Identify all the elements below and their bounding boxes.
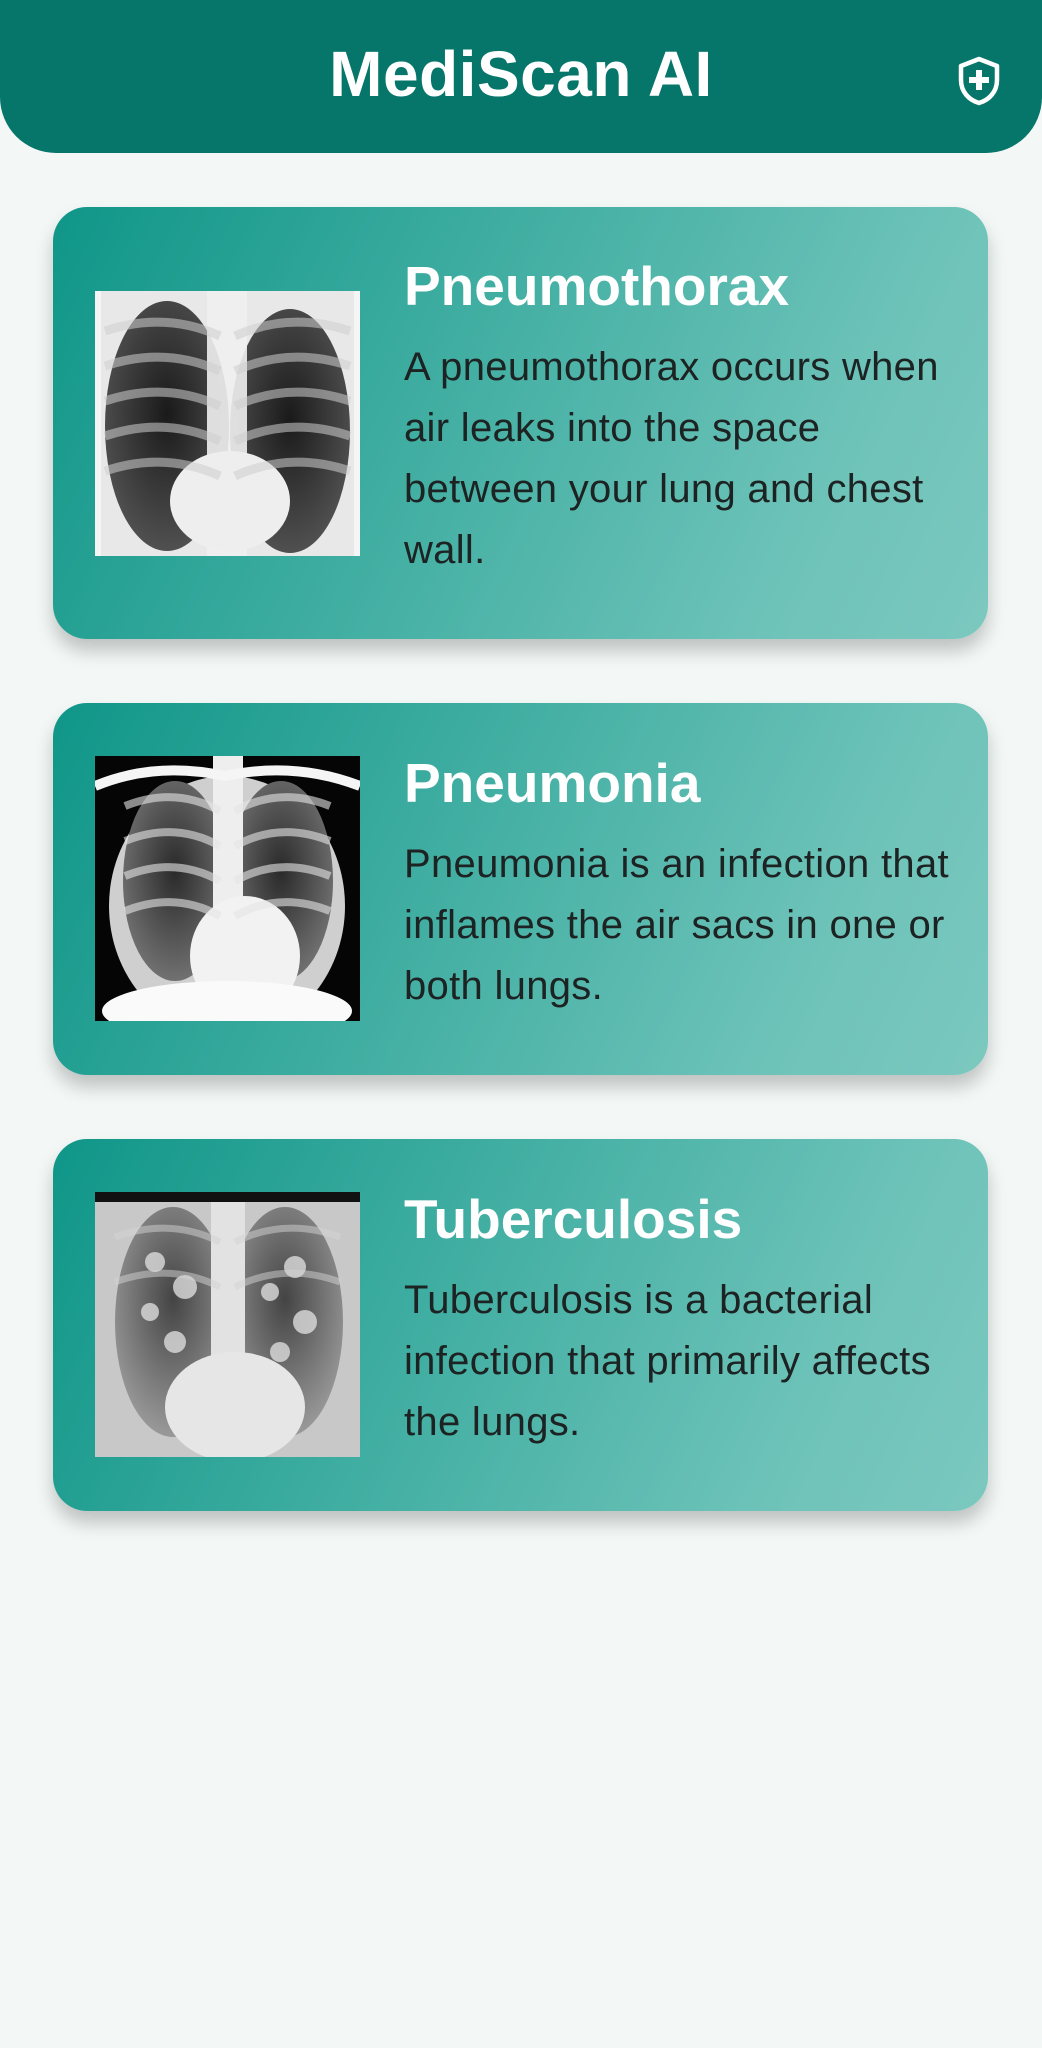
- card-description: Tuberculosis is a bacterial infection th…: [404, 1278, 931, 1444]
- card-title: Tuberculosis: [404, 1188, 743, 1250]
- shield-plus-icon: [958, 56, 1000, 106]
- xray-image-tuberculosis: [95, 1192, 360, 1457]
- condition-card-pneumothorax[interactable]: Pneumothorax A pneumothorax occurs when …: [53, 207, 988, 639]
- xray-image-pneumothorax: [95, 291, 360, 556]
- condition-card-pneumonia[interactable]: Pneumonia Pneumonia is an infection that…: [53, 703, 988, 1075]
- shield-plus-button[interactable]: [954, 54, 1004, 108]
- condition-card-tuberculosis[interactable]: Tuberculosis Tuberculosis is a bacterial…: [53, 1139, 988, 1511]
- card-description: A pneumothorax occurs when air leaks int…: [404, 345, 939, 572]
- app-bar: MediScan AI: [0, 0, 1042, 153]
- xray-image-pneumonia: [95, 756, 360, 1021]
- card-description: Pneumonia is an infection that inflames …: [404, 842, 949, 1008]
- app-title: MediScan AI: [329, 37, 713, 110]
- card-title: Pneumonia: [404, 752, 701, 814]
- card-title: Pneumothorax: [404, 255, 790, 317]
